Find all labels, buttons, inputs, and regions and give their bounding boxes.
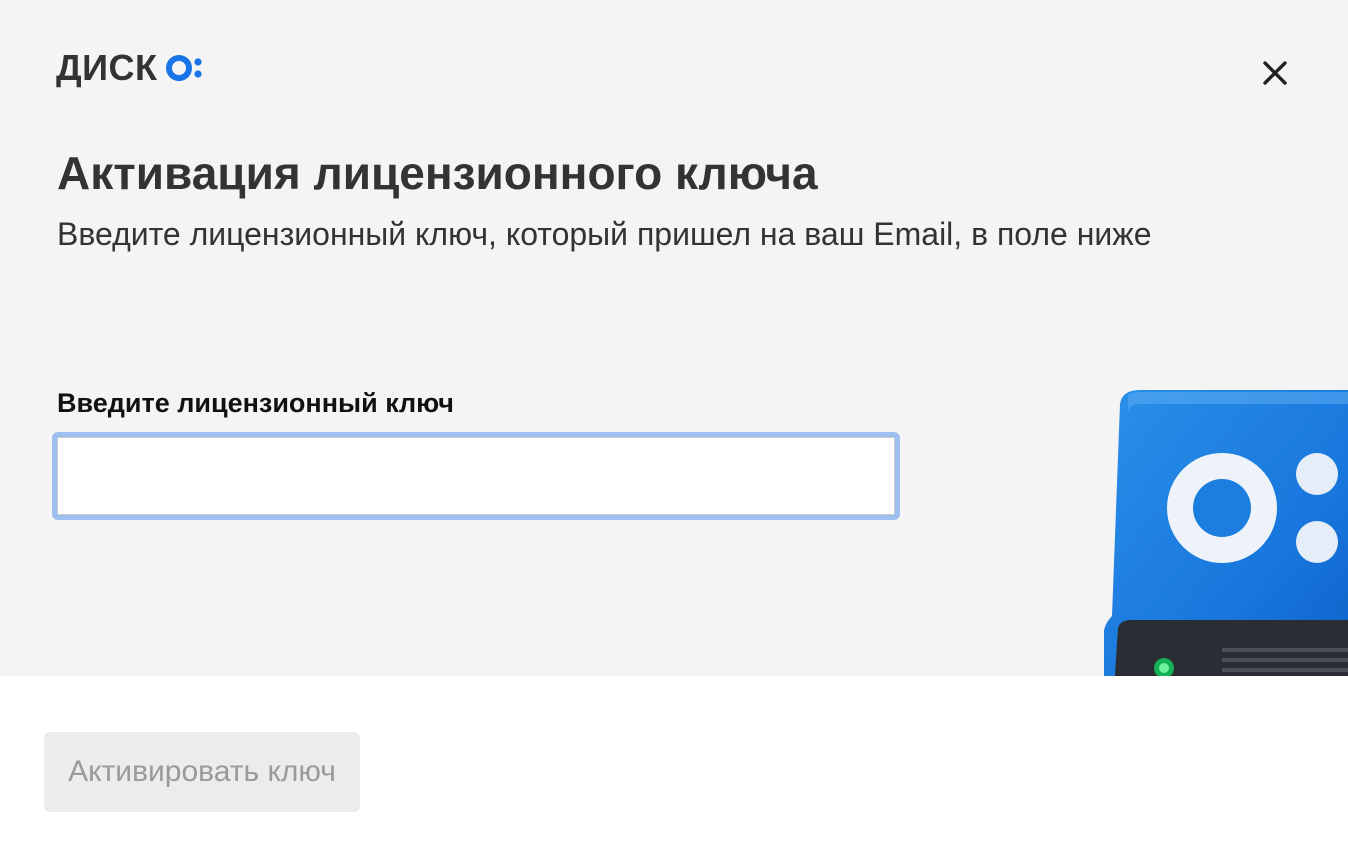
license-key-label: Введите лицензионный ключ [57, 388, 454, 418]
app-logo: ДИСК [56, 47, 204, 88]
disk-o-device-illustration [1100, 390, 1348, 676]
close-icon [1263, 60, 1287, 90]
page-title: Активация лицензионного ключа [57, 147, 818, 199]
license-key-input[interactable] [52, 432, 900, 520]
activate-key-button[interactable]: Активировать ключ [44, 732, 360, 812]
close-button[interactable] [1256, 56, 1294, 94]
disk-o-logo-icon [165, 53, 204, 83]
page-subtitle: Введите лицензионный ключ, который прише… [57, 216, 1152, 252]
dialog-top-panel: ДИСК Активация лицензионного ключа Введи… [0, 0, 1348, 676]
dialog-footer: Активировать ключ [0, 676, 1348, 852]
logo-text: ДИСК [56, 47, 158, 88]
